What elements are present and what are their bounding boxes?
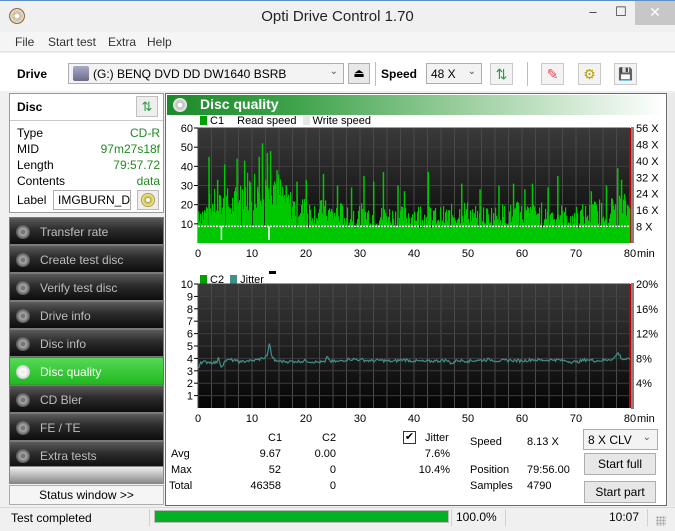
y2-tick-label: 20% xyxy=(636,279,658,291)
avg-c1: 9.67 xyxy=(259,448,281,460)
speed-value: 8.13 X xyxy=(527,436,559,448)
resize-grip[interactable] xyxy=(656,516,666,526)
c1-tick-label: 20 xyxy=(181,200,193,212)
jitter-tick-label: 7 xyxy=(187,316,193,328)
x-tick-label: 20 xyxy=(300,413,312,425)
avg-jitter: 7.6% xyxy=(424,448,450,460)
x-tick-label: 50 xyxy=(462,413,474,425)
y2-tick-label: 16% xyxy=(636,304,658,316)
y2-tick-label: 8 X xyxy=(636,222,653,234)
y2-tick-label: 40 X xyxy=(636,156,659,168)
speed-label: Speed xyxy=(470,436,502,448)
jitter-tick-label: 1 xyxy=(187,391,193,403)
max-c2: 0 xyxy=(329,464,336,476)
x-axis-unit: min xyxy=(637,413,655,425)
jitter-tick-label: 6 xyxy=(187,329,193,341)
status-divider xyxy=(647,509,648,526)
read-speed-dip xyxy=(268,226,270,240)
c1-tick-label: 10 xyxy=(181,219,193,231)
charts-svg: 1020304050600 10 20 30 40 50 60 70 80 min8 X16 X2… xyxy=(181,123,660,425)
x-tick-label: 10 xyxy=(246,413,258,425)
jitter-tick-label: 3 xyxy=(187,366,193,378)
max-c1: 52 xyxy=(268,464,281,476)
jitter-checkbox[interactable]: ✔ xyxy=(403,431,416,444)
y2-tick-label: 16 X xyxy=(636,205,659,217)
total-label: Total xyxy=(169,480,193,492)
x-tick-label: 10 xyxy=(246,248,258,260)
y2-tick-label: 56 X xyxy=(636,123,659,135)
max-label: Max xyxy=(171,464,192,476)
max-jitter: 10.4% xyxy=(418,464,450,476)
progress-bar xyxy=(154,510,449,523)
c1-tick-label: 50 xyxy=(181,142,193,154)
jitter-chart: 123456789100 10 20 30 40 50 60 70 80 min4%8%12%16… xyxy=(181,279,658,425)
y2-tick-label: 24 X xyxy=(636,189,659,201)
x-tick-label: 70 xyxy=(570,413,582,425)
x-tick-label: 30 xyxy=(354,248,366,260)
avg-c2: 0.00 xyxy=(314,448,336,460)
status-divider xyxy=(451,509,452,526)
y2-tick-label: 8% xyxy=(636,353,652,365)
total-c2: 0 xyxy=(329,480,336,492)
jitter-tick-label: 10 xyxy=(181,279,193,291)
c1-tick-label: 30 xyxy=(181,181,193,193)
x-tick-label: 30 xyxy=(354,413,366,425)
x-tick-label: 0 xyxy=(195,248,201,260)
c1-base-fill xyxy=(198,227,630,243)
test-speed-value: 8 X CLV xyxy=(588,433,632,447)
x-tick-label: 60 xyxy=(516,413,528,425)
x-tick-label: 40 xyxy=(408,248,420,260)
status-text: Test completed xyxy=(11,511,92,525)
elapsed-time: 10:07 xyxy=(609,510,640,524)
jitter-tick-label: 5 xyxy=(187,341,193,353)
jitter-tick-label: 4 xyxy=(187,353,193,365)
position-value: 79:56.00 xyxy=(527,464,570,476)
y2-tick-label: 4% xyxy=(636,378,652,390)
y2-tick-label: 48 X xyxy=(636,139,659,151)
y2-tick-label: 12% xyxy=(636,329,658,341)
x-axis-unit: min xyxy=(637,248,655,260)
avg-label: Avg xyxy=(171,448,190,460)
total-c1: 46358 xyxy=(250,480,281,492)
start-full-button[interactable]: Start full xyxy=(584,453,656,475)
read-speed-dip xyxy=(220,226,223,240)
x-tick-label: 0 xyxy=(195,413,201,425)
test-speed-select[interactable]: 8 X CLV ⌄ xyxy=(583,429,658,450)
samples-value: 4790 xyxy=(527,480,552,492)
samples-label: Samples xyxy=(470,480,513,492)
c1-chart: 10 20 30 40 50 60 0 10 20 30 40 50 60 70 80 min 8 X 16 X 2… xyxy=(181,123,660,260)
col-jitter-header: Jitter xyxy=(425,432,449,444)
status-divider xyxy=(505,509,506,526)
start-part-button[interactable]: Start part xyxy=(584,481,656,503)
x-tick-label: 20 xyxy=(300,248,312,260)
progress-text: 100.0% xyxy=(456,510,497,524)
jitter-tick-label: 9 xyxy=(187,291,193,303)
y2-tick-label: 32 X xyxy=(636,172,659,184)
position-label: Position xyxy=(470,464,510,476)
c1-tick-label: 40 xyxy=(181,161,193,173)
x-tick-label: 80 xyxy=(624,248,636,260)
x-tick-label: 80 xyxy=(624,413,636,425)
x-tick-label: 50 xyxy=(462,248,474,260)
x-tick-label: 60 xyxy=(516,248,528,260)
x-tick-label: 70 xyxy=(570,248,582,260)
col-c2-header: C2 xyxy=(322,432,337,444)
c1-tick-label: 60 xyxy=(181,123,193,135)
jitter-tick-label: 8 xyxy=(187,304,193,316)
col-c1-header: C1 xyxy=(268,432,283,444)
progress-fill xyxy=(155,511,448,522)
x-tick-label: 40 xyxy=(408,413,420,425)
chevron-down-icon: ⌄ xyxy=(642,432,651,443)
status-divider xyxy=(149,509,150,526)
jitter-tick-label: 2 xyxy=(187,378,193,390)
